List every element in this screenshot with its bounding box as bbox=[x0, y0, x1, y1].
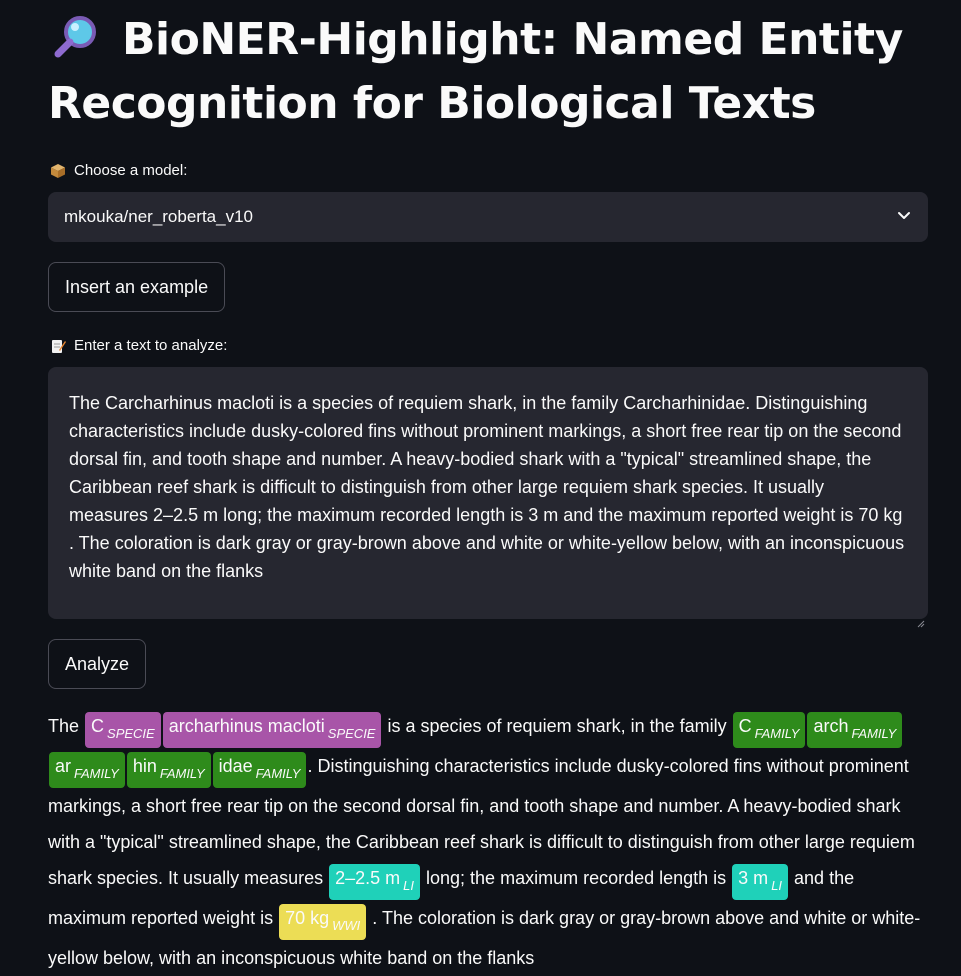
entity-highlight-family: idae FAMILY bbox=[212, 752, 307, 788]
entity-text: arch bbox=[813, 716, 849, 736]
text-input-label: Enter a text to analyze: bbox=[50, 337, 227, 354]
entity-text: 70 kg bbox=[285, 908, 330, 928]
entity-label: SPECIE bbox=[107, 726, 155, 741]
entity-label: WWI bbox=[332, 918, 361, 933]
entity-text: C bbox=[91, 716, 105, 736]
model-label-text: Choose a model: bbox=[74, 162, 188, 179]
entity-label: FAMILY bbox=[255, 766, 301, 781]
text-input-label-text: Enter a text to analyze: bbox=[74, 337, 228, 354]
text-input[interactable]: The Carcharhinus macloti is a species of… bbox=[48, 367, 928, 628]
entity-text: 2–2.5 m bbox=[335, 868, 401, 888]
package-icon bbox=[50, 163, 66, 179]
entity-label: FAMILY bbox=[754, 726, 800, 741]
page-title-text: BioNER-Highlight: Named Entity Recogniti… bbox=[48, 14, 903, 129]
page-title: BioNER-Highlight: Named Entity Recogniti… bbox=[48, 8, 928, 136]
model-select-value: mkouka/ner_roberta_v10 bbox=[64, 207, 254, 226]
entity-highlight-wwi: 70 kg WWI bbox=[279, 904, 367, 940]
analyze-button[interactable]: Analyze bbox=[48, 639, 147, 689]
result-text: The bbox=[48, 716, 85, 736]
entity-highlight-specie: C SPECIE bbox=[85, 712, 161, 748]
chevron-down-icon[interactable] bbox=[896, 207, 912, 228]
entity-highlight-li: 3 m LI bbox=[732, 864, 789, 900]
entity-text: 3 m bbox=[738, 868, 769, 888]
memo-icon bbox=[50, 338, 66, 354]
entity-label: FAMILY bbox=[851, 726, 897, 741]
entity-text: C bbox=[738, 716, 752, 736]
entity-text: hin bbox=[132, 756, 157, 776]
ner-result: The C SPECIE archarhinus macloti SPECIE is … bbox=[48, 708, 928, 976]
entity-text: idae bbox=[218, 756, 253, 776]
entity-highlight-li: 2–2.5 m LI bbox=[329, 864, 421, 900]
result-text: is a species of requiem shark, in the fa… bbox=[382, 716, 732, 736]
resize-handle-icon[interactable] bbox=[917, 608, 925, 628]
entity-highlight-family: C FAMILY bbox=[732, 712, 806, 748]
entity-highlight-family: hin FAMILY bbox=[126, 752, 211, 788]
entity-label: SPECIE bbox=[327, 726, 376, 741]
entity-label: FAMILY bbox=[159, 766, 205, 781]
entity-label: LI bbox=[771, 878, 783, 893]
entity-highlight-specie: archarhinus macloti SPECIE bbox=[162, 712, 382, 748]
entity-text: ar bbox=[55, 756, 72, 776]
entity-label: FAMILY bbox=[74, 766, 119, 781]
result-text: long; the maximum recorded length is bbox=[421, 868, 732, 888]
entity-text: archarhinus macloti bbox=[168, 716, 325, 736]
model-select[interactable]: mkouka/ner_roberta_v10 bbox=[48, 192, 928, 242]
entity-highlight-family: ar FAMILY bbox=[49, 752, 125, 788]
magnifying-glass-icon bbox=[48, 12, 108, 58]
model-label: Choose a model: bbox=[50, 162, 187, 179]
entity-label: LI bbox=[403, 878, 415, 893]
insert-example-button[interactable]: Insert an example bbox=[48, 262, 226, 312]
entity-highlight-family: arch FAMILY bbox=[807, 712, 903, 748]
text-input-value: The Carcharhinus macloti is a species of… bbox=[69, 393, 905, 581]
